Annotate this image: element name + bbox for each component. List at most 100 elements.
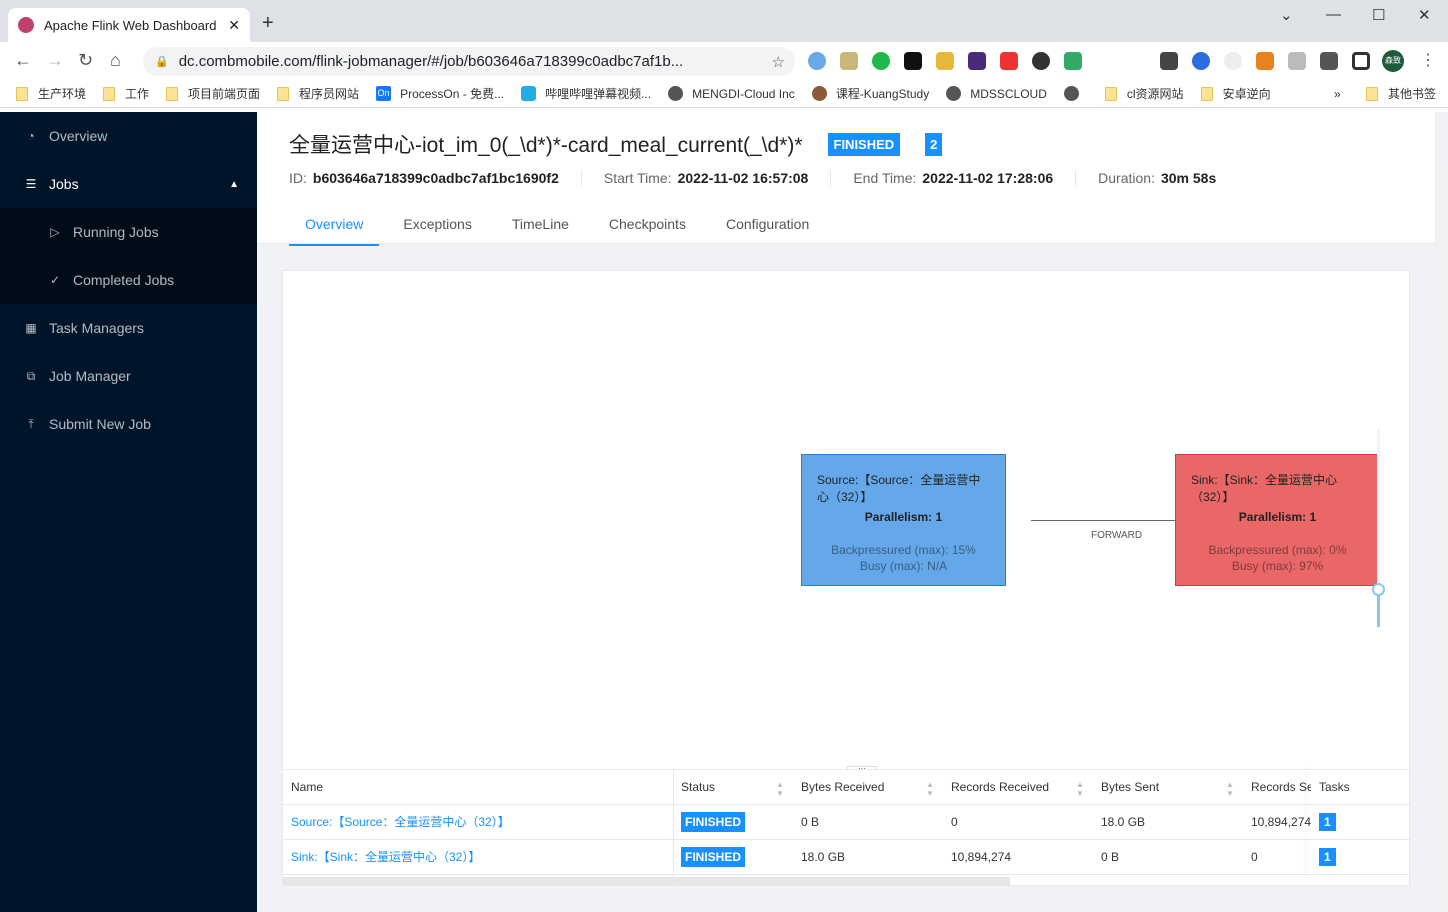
bilibili-icon: [521, 86, 537, 101]
sidebar-item-job-manager[interactable]: ⧉ Job Manager: [0, 352, 257, 400]
extension-icon[interactable]: [1000, 52, 1018, 70]
sidebar-item-completed-jobs[interactable]: ✓ Completed Jobs: [0, 256, 257, 304]
bookmark[interactable]: On ProcessOn - 免费...: [376, 85, 504, 102]
graph-node-source[interactable]: Source:【Source：全量运营中心（32）】 Parallelism: …: [801, 454, 1006, 586]
sort-icon[interactable]: ▲ ▼: [776, 780, 784, 798]
folder-icon: [1200, 86, 1213, 101]
extension-icon[interactable]: [936, 52, 954, 70]
folder-icon: [16, 86, 28, 101]
metamask-icon[interactable]: [1256, 52, 1274, 70]
bookmark[interactable]: 生产环境: [16, 85, 86, 102]
cluster-icon: ⧉: [26, 368, 36, 383]
sort-icon[interactable]: ▲ ▼: [926, 780, 934, 798]
column-header-records-sent[interactable]: Records Se: [1251, 770, 1311, 805]
table-row[interactable]: Sink:【Sink：全量运营中心（32）】 FINISHED 18.0 GB …: [283, 840, 1411, 875]
tab-overview[interactable]: Overview: [289, 206, 380, 246]
main-content: 全量运营中心-iot_im_0(_\d*)*-card_meal_current…: [257, 112, 1448, 912]
dashboard-icon: ◔: [27, 129, 35, 143]
column-header-records-received[interactable]: Records Received: [951, 770, 1049, 805]
extension-icon[interactable]: [1064, 52, 1082, 70]
table-row[interactable]: Source:【Source：全量运营中心（32）】 FINISHED 0 B …: [283, 805, 1411, 840]
sidebar-item-submit-new-job[interactable]: ⤒ Submit New Job: [0, 400, 257, 448]
folder-icon: [103, 86, 116, 101]
fixed-column-shadow: [1309, 770, 1310, 878]
sidebar-item-task-managers[interactable]: ▦ Task Managers: [0, 304, 257, 352]
profile-avatar[interactable]: 森致: [1382, 50, 1404, 72]
horizontal-scrollbar[interactable]: [283, 877, 1010, 885]
bookmark[interactable]: 哔哩哔哩弹幕视频...: [521, 85, 651, 102]
maximize-button[interactable]: ☐: [1372, 6, 1385, 24]
bookmark[interactable]: 程序员网站: [277, 85, 359, 102]
extension-icon[interactable]: [904, 52, 922, 70]
vertical-scrollbar[interactable]: [1435, 172, 1448, 912]
sidebar-item-label: Completed Jobs: [73, 272, 175, 288]
bookmark-label: 课程-KuangStudy: [835, 87, 930, 101]
bookmark-label: MDSSCLOUD: [970, 86, 1047, 101]
sidebar-item-overview[interactable]: ◔ Overview: [0, 112, 257, 160]
extension-icon[interactable]: [1192, 52, 1210, 70]
job-title: 全量运营中心-iot_im_0(_\d*)*-card_meal_current…: [289, 134, 803, 157]
zoom-slider-handle[interactable]: [1372, 583, 1385, 596]
star-icon[interactable]: ☆: [772, 53, 785, 71]
new-tab-button[interactable]: +: [262, 12, 274, 35]
bookmark[interactable]: [1063, 86, 1088, 101]
bookmarks-bar: 生产环境 工作 项目前端页面 程序员网站 On ProcessOn - 免费...…: [0, 80, 1448, 108]
vertex-name-link[interactable]: Sink:【Sink：全量运营中心（32）】: [291, 850, 480, 864]
tab-search-icon[interactable]: ⌄: [1280, 6, 1293, 24]
vertices-table: Name Status ▲ ▼ Bytes Received ▲ ▼ Records…: [282, 769, 1411, 887]
tab-configuration[interactable]: Configuration: [710, 206, 825, 246]
tab-checkpoints[interactable]: Checkpoints: [593, 206, 702, 246]
sort-icon[interactable]: ▲ ▼: [1076, 780, 1084, 798]
graph-node-sink[interactable]: Sink:【Sink：全量运营中心（32）】 Parallelism: 1 Ba…: [1175, 454, 1380, 586]
extensions-puzzle-icon[interactable]: [1320, 52, 1338, 70]
status-badge: FINISHED: [827, 132, 901, 156]
bookmark[interactable]: 工作: [103, 85, 149, 102]
column-header-bytes-sent[interactable]: Bytes Sent: [1101, 770, 1159, 805]
bookmark[interactable]: MDSSCLOUD: [946, 86, 1047, 101]
bookmark[interactable]: 课程-KuangStudy: [811, 85, 930, 102]
list-icon: ☰: [25, 177, 37, 191]
extension-icon[interactable]: [968, 52, 986, 70]
status-badge: FINISHED: [681, 812, 746, 832]
address-bar[interactable]: 🔒 dc.combmobile.com/flink-jobmanager/#/j…: [143, 47, 795, 76]
other-bookmarks[interactable]: 其他书签: [1366, 85, 1436, 102]
side-panel-icon[interactable]: [1352, 52, 1370, 70]
bookmark[interactable]: cl资源网站: [1104, 85, 1184, 102]
forward-icon[interactable]: →: [46, 50, 64, 71]
column-header-name[interactable]: Name: [291, 770, 323, 805]
extension-icon[interactable]: [1160, 52, 1178, 70]
tab-timeline[interactable]: TimeLine: [496, 206, 585, 246]
minimize-button[interactable]: —: [1326, 6, 1341, 23]
close-tab-icon[interactable]: ✕: [228, 17, 240, 34]
menu-icon[interactable]: ⋮: [1420, 50, 1436, 70]
bookmark[interactable]: 项目前端页面: [166, 85, 260, 102]
column-header-bytes-received[interactable]: Bytes Received: [801, 770, 884, 805]
extension-icon[interactable]: [1224, 52, 1242, 70]
tasks-badge: 1: [1319, 813, 1336, 831]
extension-icon[interactable]: [840, 52, 858, 70]
sidebar-item-running-jobs[interactable]: ▷ Running Jobs: [0, 208, 257, 256]
tab-exceptions[interactable]: Exceptions: [387, 206, 487, 246]
vertex-name-link[interactable]: Source:【Source：全量运营中心（32）】: [291, 815, 510, 829]
sort-icon[interactable]: ▲ ▼: [1226, 780, 1234, 798]
extension-icon[interactable]: [808, 52, 826, 70]
extension-icon[interactable]: [1288, 52, 1306, 70]
close-window-button[interactable]: ✕: [1418, 6, 1431, 24]
bookmark[interactable]: 安卓逆向: [1200, 85, 1271, 102]
node-title: Source:【Source：全量运营中心（32）】: [817, 473, 981, 504]
sidebar-item-jobs[interactable]: ☰ Jobs ▲: [0, 160, 257, 208]
browser-tab-bar: Apache Flink Web Dashboard ✕ + ⌄ — ☐ ✕: [0, 0, 1448, 42]
play-circle-icon: ▷: [50, 225, 60, 239]
home-icon[interactable]: ⌂: [110, 50, 121, 71]
extension-icon[interactable]: [872, 52, 890, 70]
bookmark[interactable]: MENGDI-Cloud Inc: [668, 86, 795, 101]
bytes-sent: 18.0 GB: [1101, 815, 1146, 829]
extension-icon[interactable]: [1032, 52, 1050, 70]
back-icon[interactable]: ←: [14, 50, 32, 71]
records-received: 0: [951, 815, 958, 829]
more-bookmarks-icon[interactable]: »: [1334, 87, 1341, 101]
tasks-badge: 1: [1319, 848, 1336, 866]
reload-icon[interactable]: ↻: [78, 50, 93, 71]
browser-tab[interactable]: Apache Flink Web Dashboard ✕: [8, 8, 250, 42]
column-header-status[interactable]: Status: [681, 770, 715, 805]
